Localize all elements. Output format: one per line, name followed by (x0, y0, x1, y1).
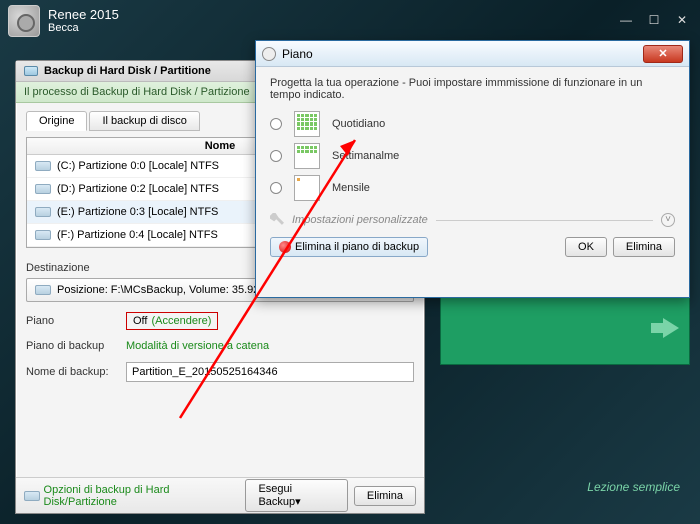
drive-icon (35, 230, 51, 240)
option-daily[interactable]: Quotidiano (332, 118, 385, 130)
lesson-link[interactable]: Lezione semplice (587, 480, 680, 494)
disk-icon (24, 491, 40, 501)
radio-daily[interactable] (270, 118, 282, 130)
drive-icon (35, 184, 51, 194)
app-icon (8, 5, 40, 37)
option-monthly[interactable]: Mensile (332, 182, 370, 194)
elimina-button[interactable]: Elimina (613, 237, 675, 257)
clock-icon (262, 47, 276, 61)
app-subtitle: Becca (48, 22, 119, 35)
radio-weekly[interactable] (270, 150, 282, 162)
calendar-monthly-icon (294, 175, 320, 201)
drive-icon (35, 285, 51, 295)
drive-icon (35, 207, 51, 217)
option-weekly[interactable]: Settimanalme (332, 150, 399, 162)
calendar-daily-icon (294, 111, 320, 137)
panel-title: Backup di Hard Disk / Partitione (44, 65, 211, 77)
backup-name-input[interactable] (126, 362, 414, 382)
plan-mode-link[interactable]: Modalità di versione a catena (126, 340, 269, 352)
dialog-description: Progetta la tua operazione - Puoi impost… (270, 77, 675, 101)
ok-button[interactable]: OK (565, 237, 607, 257)
disk-icon (24, 66, 38, 76)
expand-advanced-button[interactable]: ˅ (661, 213, 675, 227)
delete-icon (279, 241, 291, 253)
maximize-button[interactable]: ☐ (644, 13, 664, 29)
plan-label: Piano di backup (26, 340, 116, 352)
execute-backup-button[interactable]: Esegui Backup▾ (245, 479, 347, 512)
piano-label: Piano (26, 315, 116, 327)
tab-origin[interactable]: Origine (26, 111, 87, 131)
app-title: Renee 2015 (48, 7, 119, 23)
advanced-settings-label: Impostazioni personalizzate (292, 214, 428, 226)
arrow-right-icon (663, 318, 679, 338)
backup-options-link[interactable]: Opzioni di backup di Hard Disk/Partizion… (24, 484, 239, 508)
calendar-weekly-icon (294, 143, 320, 169)
delete-button[interactable]: Elimina (354, 486, 416, 506)
dialog-close-button[interactable]: ✕ (643, 45, 683, 63)
backup-name-label: Nome di backup: (26, 366, 116, 378)
wrench-icon (270, 213, 284, 227)
minimize-button[interactable]: — (616, 13, 636, 29)
tab-disk-backup[interactable]: Il backup di disco (89, 111, 199, 131)
progress-panel (440, 295, 690, 365)
drive-icon (35, 161, 51, 171)
radio-monthly[interactable] (270, 182, 282, 194)
piano-toggle[interactable]: Off (Accendere) (126, 312, 218, 330)
delete-plan-button[interactable]: Elimina il piano di backup (270, 237, 428, 257)
piano-dialog: Piano ✕ Progetta la tua operazione - Puo… (255, 40, 690, 298)
dialog-title: Piano (282, 47, 313, 61)
close-button[interactable]: ✕ (672, 13, 692, 29)
